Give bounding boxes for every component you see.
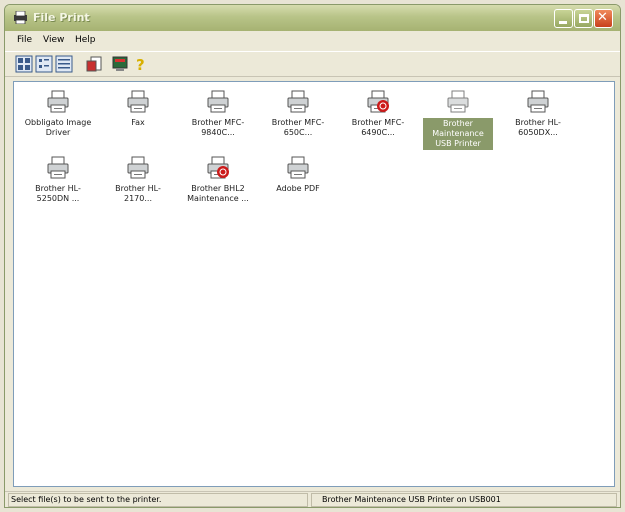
menu-file[interactable]: File: [17, 35, 32, 45]
printer-label: Brother HL-6050DX...: [515, 118, 561, 137]
printer-label: Brother HL-5250DN ...: [35, 184, 81, 203]
printer-list[interactable]: Obbligato Image Driver Fax Brother MFC-984…: [13, 81, 615, 487]
close-icon: ✕: [597, 10, 608, 25]
printer-item[interactable]: Brother MFC-6490C...: [340, 90, 416, 150]
large-icons-view-button[interactable]: [15, 55, 33, 73]
printer-label: Brother HL-2170...: [115, 184, 161, 203]
printer-item[interactable]: Brother HL-2170...: [100, 156, 176, 216]
printer-icon: [126, 156, 150, 180]
minimize-icon: [559, 21, 567, 24]
printer-item[interactable]: Brother Maintenance USB Printer: [420, 90, 496, 150]
title-bar[interactable]: File Print ✕: [5, 5, 620, 31]
printer-app-icon: [13, 10, 28, 25]
printer-item[interactable]: Fax: [100, 90, 176, 150]
printer-label: Brother MFC-9840C...: [191, 118, 245, 137]
small-icons-view-button[interactable]: [35, 55, 53, 73]
toolbar: ?: [5, 51, 620, 77]
details-view-button[interactable]: [55, 55, 73, 73]
printer-label: Obbligato Image Driver: [24, 118, 92, 137]
send-file-icon: [112, 56, 128, 71]
printer-icon: [286, 156, 310, 180]
maximize-icon: [579, 14, 589, 23]
close-button[interactable]: ✕: [594, 9, 613, 28]
printer-label: Brother MFC-6490C...: [351, 118, 405, 137]
printer-item[interactable]: Adobe PDF: [260, 156, 336, 216]
properties-icon: [86, 56, 102, 72]
printer-icon: [286, 90, 310, 114]
properties-button[interactable]: [85, 55, 103, 73]
help-icon: ?: [136, 56, 145, 73]
printer-label: Brother MFC-650C...: [271, 118, 325, 137]
printer-label: Fax: [131, 118, 145, 127]
printer-item[interactable]: Brother BHL2 Maintenance ...: [180, 156, 256, 216]
printer-label: Brother BHL2 Maintenance ...: [187, 184, 249, 203]
status-selected-printer: Brother Maintenance USB Printer on USB00…: [311, 493, 617, 507]
printer-label: Brother Maintenance USB Printer: [423, 118, 493, 150]
menu-bar: File View Help: [5, 32, 620, 50]
small-icons-icon: [35, 55, 53, 73]
menu-view[interactable]: View: [43, 35, 64, 45]
menu-help[interactable]: Help: [75, 35, 96, 45]
printer-label: Adobe PDF: [276, 184, 320, 193]
details-view-icon: [55, 55, 73, 73]
send-to-printer-button[interactable]: [111, 55, 129, 73]
printer-icon: [46, 156, 70, 180]
printer-error-icon: [206, 156, 230, 180]
printer-error-icon: [366, 90, 390, 114]
printer-item[interactable]: Obbligato Image Driver: [20, 90, 96, 150]
printer-item[interactable]: Brother HL-6050DX...: [500, 90, 576, 150]
maximize-button[interactable]: [574, 9, 593, 28]
window-title: File Print: [33, 11, 90, 24]
help-button[interactable]: ?: [131, 55, 149, 73]
printer-icon: [46, 90, 70, 114]
large-icons-icon: [15, 55, 33, 73]
svg-text:?: ?: [136, 56, 145, 73]
printer-item[interactable]: Brother HL-5250DN ...: [20, 156, 96, 216]
status-bar: Select file(s) to be sent to the printer…: [5, 491, 620, 508]
printer-item[interactable]: Brother MFC-650C...: [260, 90, 336, 150]
app-window: File Print ✕ File View Help ? Obbligato …: [4, 4, 621, 508]
minimize-button[interactable]: [554, 9, 573, 28]
printer-icon: [526, 90, 550, 114]
printer-item[interactable]: Brother MFC-9840C...: [180, 90, 256, 150]
status-message: Select file(s) to be sent to the printer…: [8, 493, 308, 507]
printer-icon: [446, 90, 470, 114]
printer-icon: [126, 90, 150, 114]
printer-icon: [206, 90, 230, 114]
